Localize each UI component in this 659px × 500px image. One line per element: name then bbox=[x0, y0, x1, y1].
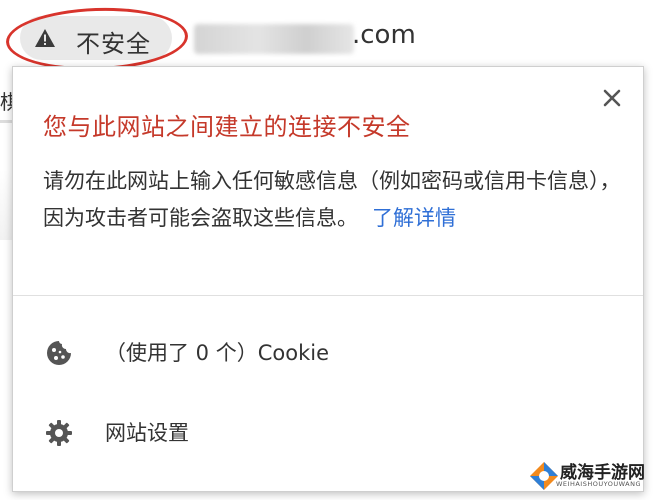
cookies-row[interactable]: （使用了 0 个）Cookie bbox=[13, 321, 643, 381]
watermark-subtitle: WEIHAISHOUYOUWANG bbox=[556, 480, 641, 488]
page-edge-shade bbox=[0, 170, 12, 240]
popup-title: 您与此网站之间建立的连接不安全 bbox=[43, 113, 411, 141]
close-icon[interactable] bbox=[597, 83, 627, 113]
site-watermark: 威海手游网 WEIHAISHOUYOUWANG bbox=[526, 456, 658, 496]
cookies-label: （使用了 0 个）Cookie bbox=[105, 341, 329, 365]
learn-more-link[interactable]: 了解详情 bbox=[372, 206, 456, 230]
site-settings-row[interactable]: 网站设置 bbox=[13, 401, 643, 461]
description-text: 请勿在此网站上输入任何敏感信息（例如密码或信用卡信息），因为攻击者可能会盗取这些… bbox=[43, 169, 621, 230]
cookie-icon bbox=[47, 341, 71, 365]
url-domain-text[interactable]: .com bbox=[352, 20, 416, 50]
address-bar: 不安全 .com bbox=[0, 0, 659, 74]
page-edge-line bbox=[0, 120, 12, 123]
page-edge-fragment: 棋 bbox=[0, 90, 12, 114]
site-settings-label: 网站设置 bbox=[105, 421, 189, 445]
popup-description: 请勿在此网站上输入任何敏感信息（例如密码或信用卡信息），因为攻击者可能会盗取这些… bbox=[43, 163, 623, 237]
gear-icon bbox=[46, 420, 72, 446]
highlight-annotation bbox=[4, 4, 190, 74]
url-redacted bbox=[194, 24, 354, 54]
watermark-logo-icon bbox=[530, 462, 558, 490]
divider bbox=[13, 295, 643, 296]
site-info-popup: 您与此网站之间建立的连接不安全 请勿在此网站上输入任何敏感信息（例如密码或信用卡… bbox=[12, 66, 644, 492]
